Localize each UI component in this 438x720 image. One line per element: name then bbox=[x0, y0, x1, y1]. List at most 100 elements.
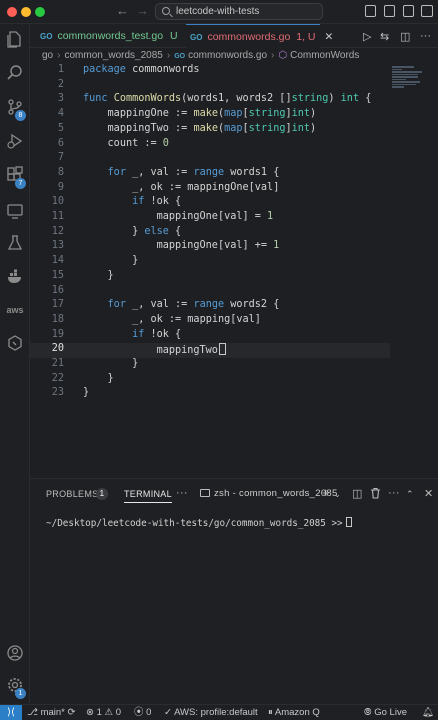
minimap[interactable] bbox=[392, 66, 432, 96]
split-terminal-icon[interactable]: ◫ bbox=[352, 487, 363, 500]
breadcrumb: go › common_words_2085 › GO commonwords.go › ⬡ C… bbox=[30, 48, 438, 64]
toggle-sidebar-icon[interactable] bbox=[365, 5, 376, 17]
aws-profile-indicator[interactable]: ✓ AWS: profile:default bbox=[164, 705, 258, 720]
terminal-icon bbox=[200, 489, 210, 497]
run-debug-icon[interactable] bbox=[5, 132, 25, 152]
editor-tab-bar: GO commonwords_test.go U GO commonwords.go… bbox=[30, 24, 438, 48]
new-terminal-icon[interactable]: + bbox=[322, 485, 330, 500]
tab-terminal[interactable]: TERMINAL bbox=[124, 489, 172, 503]
code-line: 10 if !ok { bbox=[30, 196, 390, 211]
breadcrumb-item[interactable]: CommonWords bbox=[290, 50, 359, 61]
branch-indicator[interactable]: ⎇ main* ⟳ bbox=[27, 705, 76, 720]
go-file-icon: GO bbox=[190, 33, 203, 42]
split-editor-icon[interactable]: ◫ bbox=[400, 30, 410, 43]
line-number: 18 bbox=[51, 313, 64, 325]
line-number: 14 bbox=[51, 255, 64, 267]
terminal-instance-selector[interactable]: zsh - common_words_2085 bbox=[200, 488, 338, 499]
code-line: 13 mappingOne[val] += 1 bbox=[30, 240, 390, 255]
line-number: 15 bbox=[51, 269, 64, 281]
toggle-secondary-sidebar-icon[interactable] bbox=[403, 5, 414, 17]
aws-icon[interactable]: aws bbox=[5, 300, 25, 320]
amazon-q-icon[interactable] bbox=[5, 334, 25, 354]
breadcrumb-item[interactable]: go bbox=[42, 50, 53, 61]
toggle-panel-icon[interactable] bbox=[384, 5, 395, 17]
code-line: 1 package commonwords bbox=[30, 64, 390, 79]
close-tab-icon[interactable]: ✕ bbox=[324, 31, 333, 43]
warning-icon: ⚠ bbox=[101, 707, 116, 718]
line-number: 1 bbox=[57, 64, 64, 75]
warning-count: 0 bbox=[115, 707, 121, 718]
remote-indicator-icon[interactable]: ⟩⟨ bbox=[0, 705, 22, 720]
maximize-window-button[interactable] bbox=[35, 7, 45, 17]
docker-icon[interactable] bbox=[5, 268, 25, 288]
command-center-search[interactable]: leetcode-with-tests bbox=[155, 3, 323, 20]
go-live-label: Go Live bbox=[374, 707, 407, 718]
branch-name: main* bbox=[40, 707, 65, 718]
activity-bar: 8 7 aws 1 bbox=[0, 24, 30, 704]
code-line: 7 bbox=[30, 152, 390, 167]
ports-indicator[interactable]: ⦿ 0 bbox=[134, 705, 151, 720]
prompt-text: ~/Desktop/leetcode-with-tests/go/common_… bbox=[46, 518, 343, 529]
close-window-button[interactable] bbox=[7, 7, 17, 17]
title-bar: ← → leetcode-with-tests bbox=[0, 0, 438, 24]
problems-indicator[interactable]: ⊗ 1 ⚠ 0 bbox=[86, 705, 121, 720]
code-editor[interactable]: 1 package commonwords 2 3 func CommonWords… bbox=[30, 64, 438, 478]
line-number: 9 bbox=[57, 181, 64, 193]
line-number: 16 bbox=[51, 284, 64, 296]
problems-count-badge: 1 bbox=[96, 488, 108, 500]
broadcast-icon: ⦾ bbox=[364, 707, 375, 718]
close-panel-icon[interactable]: ✕ bbox=[424, 487, 434, 500]
code-line: 15 } bbox=[30, 270, 390, 285]
tab-problems[interactable]: PROBLEMS bbox=[46, 489, 98, 499]
remote-explorer-icon[interactable] bbox=[5, 202, 25, 222]
maximize-panel-icon[interactable]: ⌃ bbox=[406, 489, 414, 500]
explorer-icon[interactable] bbox=[5, 30, 25, 50]
symbol-method-icon: ⬡ bbox=[278, 50, 288, 61]
tab-label: commonwords_test.go bbox=[57, 30, 164, 42]
ports-icon: ⦿ bbox=[134, 707, 147, 718]
tab-status: 1, U bbox=[296, 31, 316, 43]
tab-commonwords[interactable]: GO commonwords.go 1, U ✕ bbox=[186, 24, 333, 48]
code-line: 14 } bbox=[30, 255, 390, 270]
tab-label: commonwords.go bbox=[207, 31, 291, 43]
code-line: 23} bbox=[30, 387, 390, 402]
panel-more-actions-icon[interactable]: ··· bbox=[388, 487, 400, 499]
aws-profile-label: AWS: profile:default bbox=[174, 707, 258, 718]
line-number: 20 bbox=[51, 343, 64, 355]
code-line: 4 mappingOne := make(map[string]int) bbox=[30, 108, 390, 123]
chevron-right-icon: › bbox=[57, 50, 61, 61]
amazon-q-indicator[interactable]: ⏸ Amazon Q bbox=[268, 705, 320, 720]
go-live-button[interactable]: ⦾ Go Live bbox=[364, 705, 407, 720]
line-number: 23 bbox=[51, 387, 64, 399]
more-actions-icon[interactable]: ··· bbox=[420, 30, 431, 42]
search-icon[interactable] bbox=[5, 64, 25, 84]
line-number: 17 bbox=[51, 299, 64, 311]
tab-commonwords-test[interactable]: GO commonwords_test.go U bbox=[40, 24, 178, 48]
code-line: 16 bbox=[30, 285, 390, 300]
testing-flask-icon[interactable] bbox=[5, 234, 25, 254]
breadcrumb-item[interactable]: common_words_2085 bbox=[64, 50, 162, 61]
code-line: 3 func CommonWords(words1, words2 []strin… bbox=[30, 93, 390, 108]
trash-icon[interactable] bbox=[370, 487, 381, 502]
code-line: 11 mappingOne[val] = 1 bbox=[30, 211, 390, 226]
customize-layout-icon[interactable] bbox=[421, 5, 433, 17]
breadcrumb-item[interactable]: commonwords.go bbox=[188, 50, 267, 61]
code-line: 21 } bbox=[30, 358, 390, 373]
chevron-down-icon[interactable]: ⌄ bbox=[334, 490, 341, 499]
line-number: 8 bbox=[57, 166, 64, 178]
extensions-badge: 7 bbox=[15, 178, 26, 189]
account-icon[interactable] bbox=[5, 644, 25, 664]
compare-changes-icon[interactable]: ⇆ bbox=[380, 30, 389, 43]
panel-more-icon[interactable]: ··· bbox=[176, 487, 188, 499]
terminal-name: zsh - common_words_2085 bbox=[214, 488, 338, 499]
minimize-window-button[interactable] bbox=[21, 7, 31, 17]
terminal-prompt[interactable]: ~/Desktop/leetcode-with-tests/go/common_… bbox=[46, 517, 352, 529]
forward-arrow-icon[interactable]: → bbox=[136, 3, 149, 18]
notifications-bell-icon[interactable]: 🔔︎ bbox=[422, 705, 434, 720]
back-arrow-icon[interactable]: ← bbox=[116, 3, 129, 18]
line-number: 12 bbox=[51, 225, 64, 237]
run-file-icon[interactable]: ▷ bbox=[363, 30, 371, 43]
code-line: 12 } else { bbox=[30, 226, 390, 241]
check-icon: ✓ bbox=[164, 707, 175, 718]
line-number: 7 bbox=[57, 152, 64, 164]
